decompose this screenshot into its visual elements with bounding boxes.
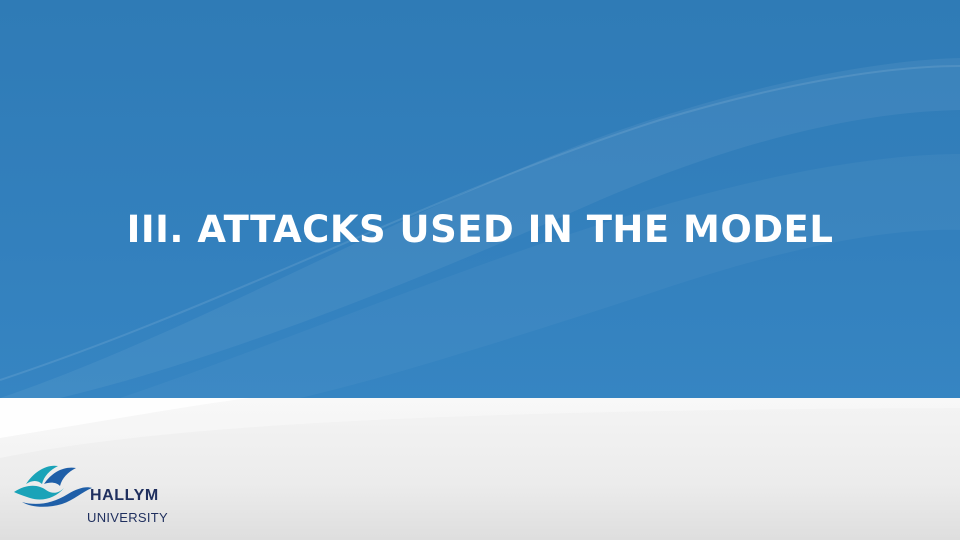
- logo-name: HALLYM: [90, 487, 159, 504]
- hallym-wave-logo-icon: [14, 465, 92, 507]
- slide-title: III. ATTACKS USED IN THE MODEL: [126, 208, 834, 251]
- logo-subtitle: UNIVERSITY: [87, 510, 169, 525]
- background-swoosh-decoration: [0, 58, 960, 398]
- slide: III. ATTACKS USED IN THE MODEL HALLYM UN…: [0, 0, 960, 540]
- title-background-panel: [0, 0, 960, 398]
- hallym-university-logo: HALLYM UNIVERSITY: [12, 462, 192, 532]
